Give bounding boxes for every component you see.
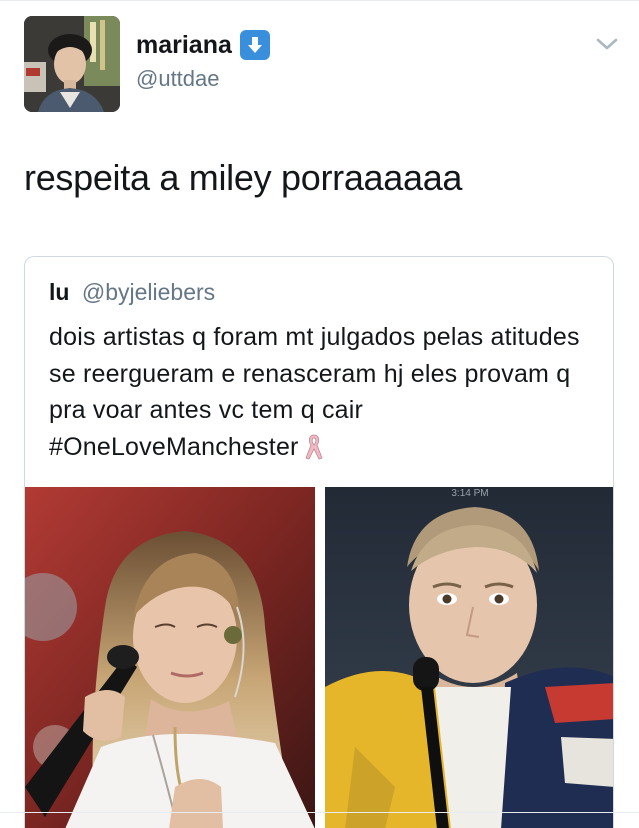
name-row: mariana xyxy=(136,30,270,60)
down-arrow-emoji-icon xyxy=(239,30,270,60)
tweet-text: respeita a miley porraaaaaa xyxy=(24,157,463,198)
singer-photo-right xyxy=(325,487,613,828)
singer-photo-left xyxy=(25,487,315,828)
tweet-header: mariana @uttdae xyxy=(24,16,619,112)
avatar-image xyxy=(24,16,120,112)
quoted-tweet-text: dois artistas q foram mt julgados pelas … xyxy=(49,319,597,471)
display-name[interactable]: mariana xyxy=(136,31,232,60)
quoted-display-name[interactable]: lu xyxy=(49,279,69,305)
top-divider xyxy=(0,0,639,1)
quoted-tweet[interactable]: lu @byjeliebers dois artistas q foram mt… xyxy=(24,256,614,828)
photo-grid: 3:14 PM xyxy=(25,487,613,828)
ribbon-emoji-icon xyxy=(303,431,325,472)
bottom-divider xyxy=(0,812,639,813)
quoted-user-handle[interactable]: @byjeliebers xyxy=(82,279,215,305)
user-handle[interactable]: @uttdae xyxy=(136,66,220,92)
photo-left[interactable] xyxy=(25,487,315,828)
photo-right[interactable]: 3:14 PM xyxy=(325,487,613,828)
avatar[interactable] xyxy=(24,16,120,112)
quoted-tweet-header: lu @byjeliebers xyxy=(49,279,215,306)
chevron-down-icon[interactable] xyxy=(595,36,619,52)
photo-timestamp: 3:14 PM xyxy=(451,488,489,499)
